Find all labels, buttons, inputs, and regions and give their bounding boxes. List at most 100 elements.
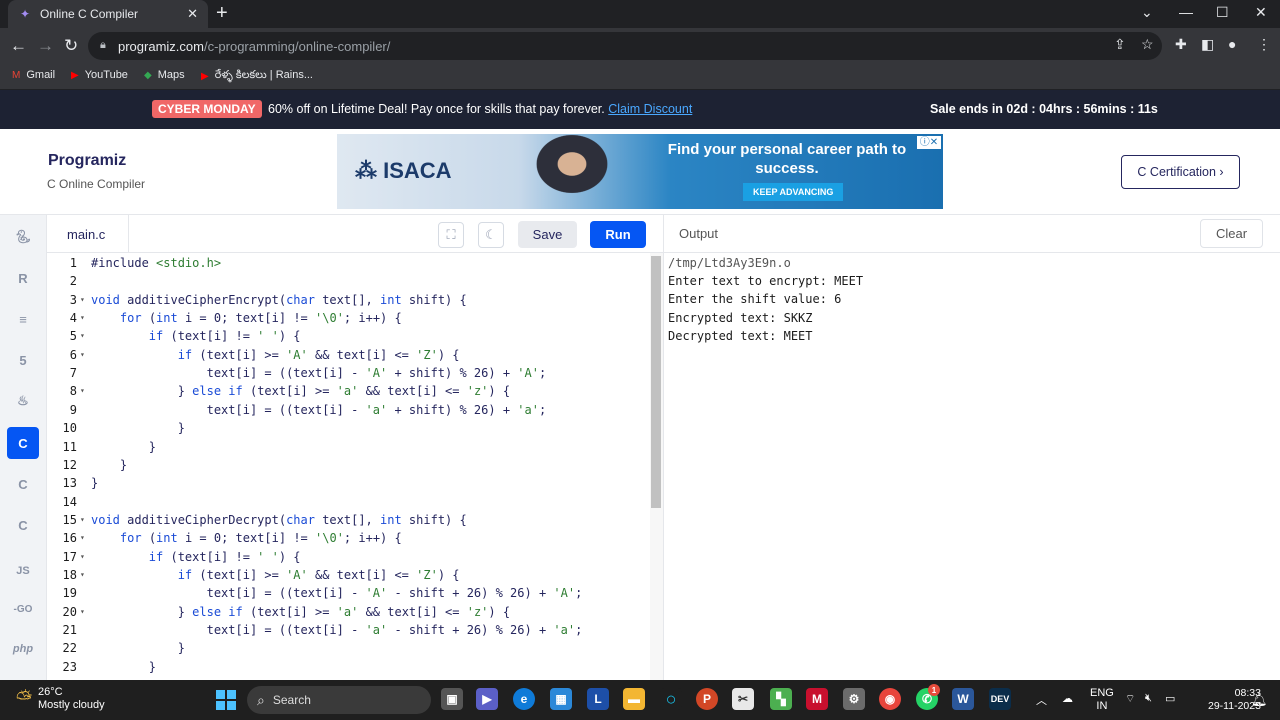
code-line[interactable]: 18 ▾ if (text[i] >= 'A' && text[i] <= 'Z'…	[47, 566, 650, 584]
sql-icon[interactable]: ≡	[7, 303, 39, 335]
fold-toggle-icon[interactable]: ▾	[80, 382, 85, 400]
wifi-icon[interactable]: ⌔	[1125, 692, 1135, 706]
code-line[interactable]: 14	[47, 493, 650, 511]
code-line[interactable]: 1 #include <stdio.h>	[47, 254, 650, 272]
java-icon[interactable]: ♨	[7, 385, 39, 417]
fold-toggle-icon[interactable]: ▾	[80, 548, 85, 566]
code-line[interactable]: 6 ▾ if (text[i] >= 'A' && text[i] <= 'Z')…	[47, 346, 650, 364]
code-line[interactable]: 5 ▾ if (text[i] != ' ') {	[47, 327, 650, 345]
bookmark-rains[interactable]: ▶ రేళ్ళ కిలకలు | Rains...	[201, 69, 313, 84]
code-line[interactable]: 17 ▾ if (text[i] != ' ') {	[47, 548, 650, 566]
edge-icon[interactable]: e	[513, 688, 535, 710]
js-icon[interactable]: JS	[7, 555, 39, 587]
code-line[interactable]: 8 ▾ } else if (text[i] >= 'a' && text[i] …	[47, 382, 650, 400]
language-indicator[interactable]: ENG IN	[1090, 687, 1114, 713]
volume-muted-icon[interactable]: 🔇︎	[1145, 692, 1152, 705]
extensions-icon[interactable]: ✚	[1175, 36, 1187, 53]
teams-icon[interactable]: ▶	[476, 688, 498, 710]
bookmark-gmail[interactable]: M Gmail	[12, 69, 55, 81]
bookmark-star-icon[interactable]: ☆	[1141, 36, 1154, 53]
fold-toggle-icon[interactable]: ▾	[80, 291, 85, 309]
programiz-logo[interactable]: Programiz	[48, 152, 126, 170]
taskbar-search[interactable]: ⌕ Search	[247, 686, 431, 714]
fold-toggle-icon[interactable]: ▾	[80, 529, 85, 547]
back-icon[interactable]: ←	[10, 36, 27, 56]
forward-icon[interactable]: →	[37, 36, 54, 56]
c-certification-button[interactable]: C Certification ›	[1121, 155, 1240, 189]
code-line[interactable]: 9 text[i] = ((text[i] - 'a' + shift) % 2…	[47, 401, 650, 419]
r-icon[interactable]: R	[7, 262, 39, 294]
bookmark-youtube[interactable]: ▶ YouTube	[71, 69, 128, 81]
go-icon[interactable]: -GO	[7, 593, 39, 625]
word-icon[interactable]: W	[952, 688, 974, 710]
fold-toggle-icon[interactable]: ▾	[80, 511, 85, 529]
code-line[interactable]: 22 }	[47, 639, 650, 657]
code-line[interactable]: 2	[47, 272, 650, 290]
weather-widget[interactable]: ⛅︎ 26°C Mostly cloudy	[16, 686, 105, 712]
run-button[interactable]: Run	[590, 221, 646, 248]
dark-mode-icon[interactable]: ☾	[478, 222, 504, 248]
code-editor[interactable]: 1 #include <stdio.h> 2 3 ▾ void additiveCiphe…	[47, 253, 650, 680]
side-panel-icon[interactable]: ◧	[1201, 36, 1214, 53]
code-line[interactable]: 19 text[i] = ((text[i] - 'A' - shift + 2…	[47, 584, 650, 602]
chrome-icon[interactable]: ◉	[879, 688, 901, 710]
windows-start-icon[interactable]	[216, 690, 236, 710]
code-line[interactable]: 3 ▾ void additiveCipherEncrypt(char text[]…	[47, 291, 650, 309]
code-line[interactable]: 15 ▾ void additiveCipherDecrypt(char text[…	[47, 511, 650, 529]
code-line[interactable]: 11 }	[47, 438, 650, 456]
minimize-button[interactable]: —	[1179, 4, 1193, 20]
code-line[interactable]: 7 text[i] = ((text[i] - 'A' + shift) % 2…	[47, 364, 650, 382]
battery-icon[interactable]: ▭	[1165, 692, 1175, 705]
fold-toggle-icon[interactable]: ▾	[80, 309, 85, 327]
file-tab-main-c[interactable]: main.c	[47, 215, 129, 253]
store-icon[interactable]: ▦	[550, 688, 572, 710]
code-line[interactable]: 12 }	[47, 456, 650, 474]
vpn-icon[interactable]: ☁	[1062, 692, 1073, 705]
devcpp-icon[interactable]: DEV	[989, 688, 1011, 710]
browser-tab[interactable]: ✦ Online C Compiler ✕	[8, 0, 208, 28]
code-line[interactable]: 4 ▾ for (int i = 0; text[i] != '\0'; i++)…	[47, 309, 650, 327]
code-line[interactable]: 20 ▾ } else if (text[i] >= 'a' && text[i]…	[47, 603, 650, 621]
fold-toggle-icon[interactable]: ▾	[80, 327, 85, 345]
ad-banner[interactable]: ⁂ ISACA Find your personal career path t…	[337, 134, 943, 209]
reload-icon[interactable]: ↻	[64, 36, 78, 56]
maximize-button[interactable]: ☐	[1216, 4, 1229, 21]
code-line[interactable]: 13}	[47, 474, 650, 492]
settings-gear-icon[interactable]: ⚙	[843, 688, 865, 710]
code-line[interactable]: 23 }	[47, 658, 650, 676]
fold-toggle-icon[interactable]: ▾	[80, 566, 85, 584]
office-icon[interactable]: ▚	[770, 688, 792, 710]
menu-icon[interactable]: ⋮	[1257, 36, 1271, 53]
mcafee-icon[interactable]: M	[806, 688, 828, 710]
powerpoint-icon[interactable]: P	[696, 688, 718, 710]
profile-icon[interactable]: ●	[1228, 36, 1236, 52]
code-line[interactable]: 10 }	[47, 419, 650, 437]
snipping-tool-icon[interactable]: ✂	[732, 688, 754, 710]
file-explorer-icon[interactable]: ▬	[623, 688, 645, 710]
chevron-up-icon[interactable]: ︿	[1036, 692, 1047, 708]
new-tab-button[interactable]: +	[216, 2, 228, 25]
html-icon[interactable]: 5	[7, 344, 39, 376]
notification-bell-icon[interactable]: 🔔︎	[1251, 692, 1268, 708]
tab-search-icon[interactable]: ⌄	[1141, 4, 1153, 21]
code-line[interactable]: 16 ▾ for (int i = 0; text[i] != '\0'; i++…	[47, 529, 650, 547]
task-view-icon[interactable]: ▣	[441, 688, 463, 710]
ad-cta-button[interactable]: KEEP ADVANCING	[743, 183, 844, 201]
l-app-icon[interactable]: L	[587, 688, 609, 710]
csharp-icon[interactable]: C	[7, 509, 39, 541]
fullscreen-icon[interactable]: ⛶	[438, 222, 464, 248]
url-input[interactable]: 🔒︎ programiz.com/c-programming/online-co…	[88, 32, 1162, 60]
output-console[interactable]: /tmp/Ltd3Ay3E9n.o Enter text to encrypt:…	[663, 253, 1280, 680]
cortana-icon[interactable]: ○	[660, 688, 682, 710]
php-icon[interactable]: php	[7, 633, 39, 665]
close-window-button[interactable]: ✕	[1255, 4, 1267, 21]
cpp-icon[interactable]: C	[7, 468, 39, 500]
clear-button[interactable]: Clear	[1200, 219, 1263, 248]
close-tab-icon[interactable]: ✕	[187, 6, 198, 22]
python-icon[interactable]: 🐍︎	[7, 221, 39, 253]
c-icon[interactable]: C	[7, 427, 39, 459]
fold-toggle-icon[interactable]: ▾	[80, 603, 85, 621]
editor-scrollbar-thumb[interactable]	[651, 256, 661, 508]
bookmark-maps[interactable]: ◆ Maps	[144, 69, 185, 81]
code-line[interactable]: 21 text[i] = ((text[i] - 'a' - shift + 2…	[47, 621, 650, 639]
